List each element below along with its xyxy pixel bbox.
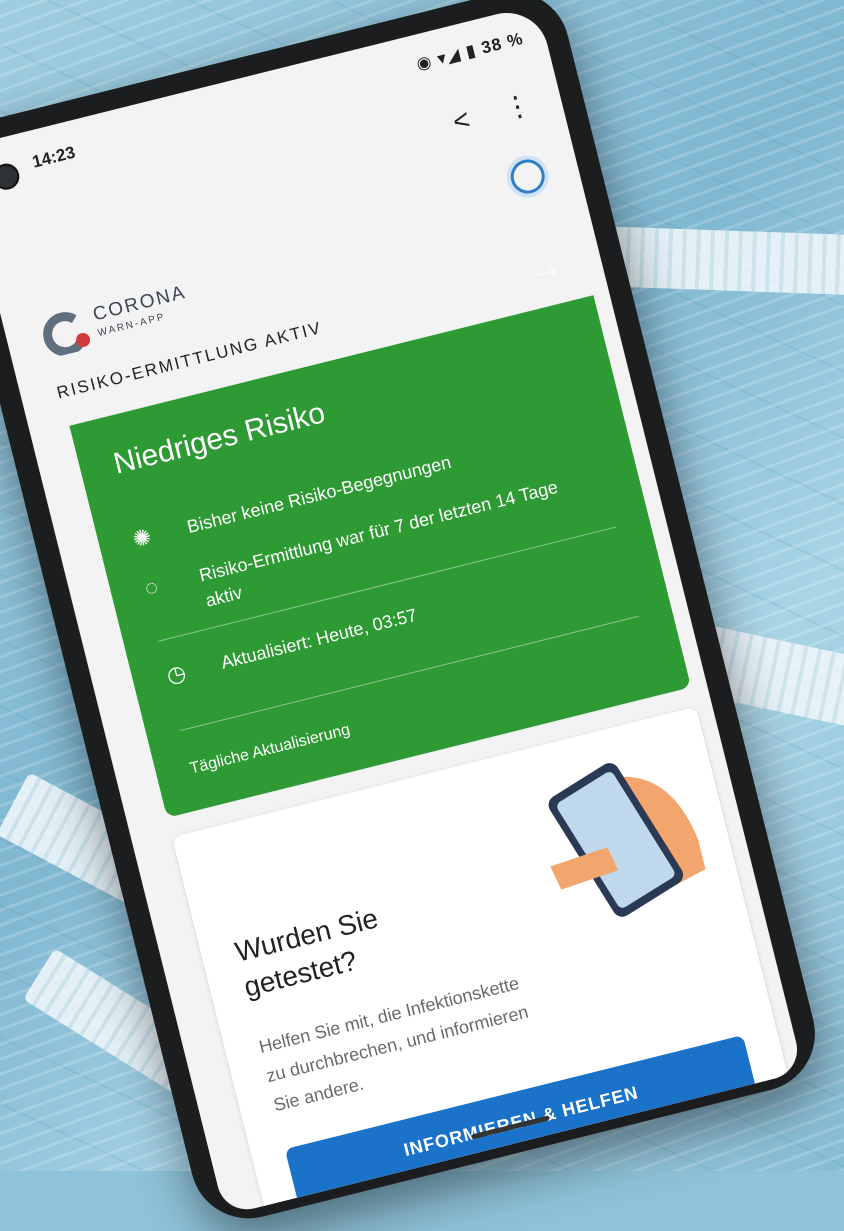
history-clock-icon: ◷: [163, 659, 189, 689]
toolbar: < ⋮: [422, 87, 535, 145]
virus-icon: ✺: [129, 523, 154, 553]
status-icons: ◉ ▾◢ ▮ 38 %: [414, 29, 525, 75]
divider: [180, 615, 639, 731]
share-icon[interactable]: <: [450, 103, 473, 137]
status-time: 14:23: [30, 142, 78, 172]
phone-in-hand-illustration: [548, 763, 706, 917]
risk-level: Niedriges Risiko: [110, 396, 329, 481]
more-vert-icon[interactable]: ⋮: [500, 88, 535, 125]
battery-level: 38 %: [479, 28, 526, 58]
sync-indicator-icon: [507, 155, 549, 198]
progress-ring-icon: ◌: [142, 573, 161, 601]
daily-update-text: Tägliche Aktualisierung: [188, 721, 352, 778]
signal-wifi-icon: ◉ ▾◢ ▮: [414, 40, 479, 74]
